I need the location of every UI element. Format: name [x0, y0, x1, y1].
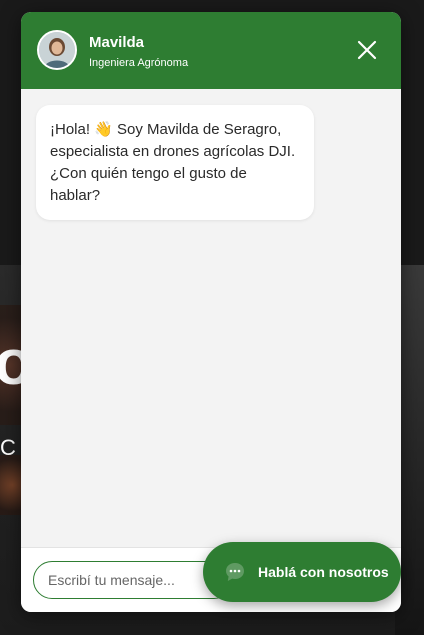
close-chat-button[interactable]: [355, 38, 379, 62]
hero-subheading-fragment: C: [0, 435, 16, 460]
chat-messages: ¡Hola! 👋 Soy Mavilda de Seragro, especia…: [21, 89, 401, 547]
agent-role: Ingeniera Agrónoma: [89, 57, 189, 69]
agent-name: Mavilda: [89, 34, 145, 51]
agent-avatar: [37, 30, 77, 70]
talk-to-us-button[interactable]: Hablá con nosotros: [203, 542, 401, 602]
chat-widget: Mavilda Ingeniera Agrónoma ¡Hola! 👋 Soy …: [21, 12, 401, 612]
agent-message-bubble: ¡Hola! 👋 Soy Mavilda de Seragro, especia…: [36, 105, 314, 220]
close-icon: [357, 40, 377, 60]
chat-bubble-icon: [226, 563, 244, 581]
talk-to-us-label: Hablá con nosotros: [258, 564, 389, 580]
chat-header: Mavilda Ingeniera Agrónoma: [21, 12, 401, 89]
